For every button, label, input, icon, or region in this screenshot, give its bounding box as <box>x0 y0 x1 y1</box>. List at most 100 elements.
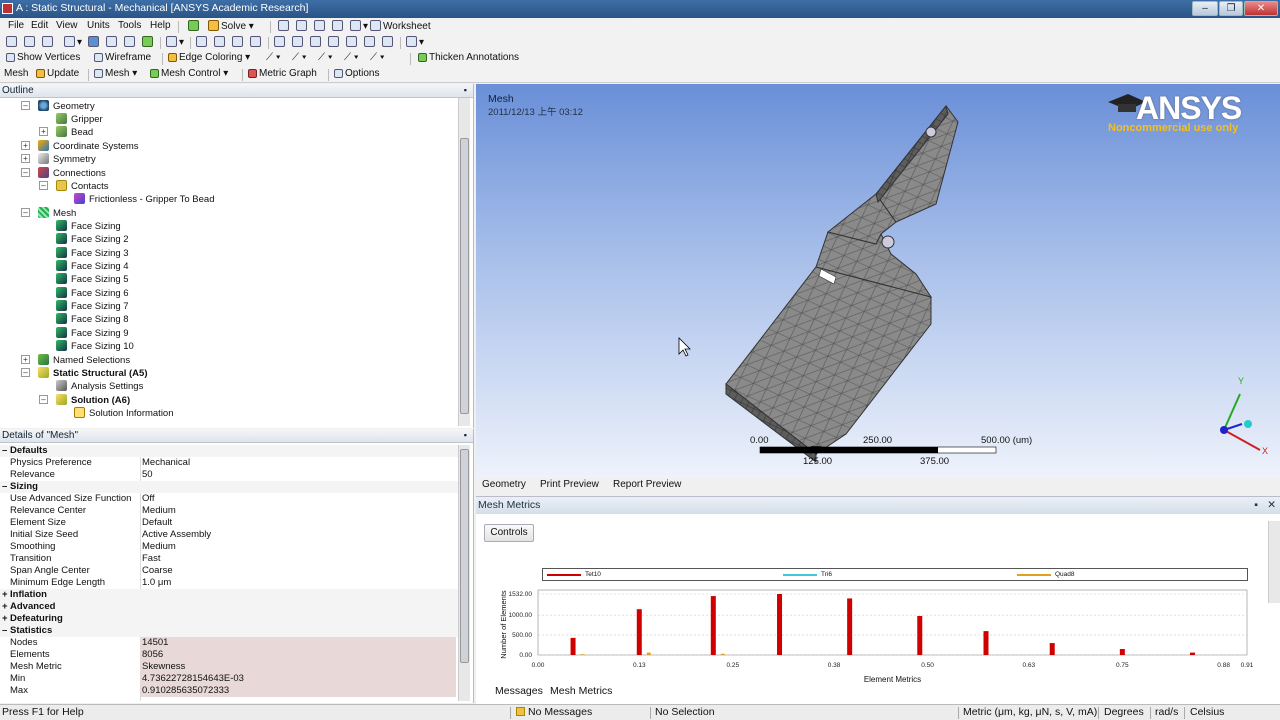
tree-item-solution[interactable]: Solution (A6) <box>56 394 130 407</box>
tree-item-named-selections[interactable]: Named Selections <box>38 354 130 367</box>
tree-item-connections[interactable]: Connections <box>38 167 106 180</box>
tree-item-gripper[interactable]: Gripper <box>56 113 103 126</box>
tree-item-analysis-settings[interactable]: Analysis Settings <box>56 380 143 393</box>
close-button[interactable]: ✕ <box>1244 1 1278 16</box>
details-row[interactable]: Use Advanced Size Function Off <box>0 493 458 505</box>
face-select-button[interactable]: ▾ <box>64 36 82 48</box>
outline-scrollbar[interactable] <box>458 98 470 426</box>
group-toggle[interactable]: – <box>2 625 7 637</box>
new-image-button[interactable] <box>296 20 309 32</box>
tab-geometry[interactable]: Geometry <box>482 479 526 490</box>
tree-item-face-sizing[interactable]: Face Sizing <box>56 220 121 233</box>
details-row[interactable]: Max 0.910285635072333 <box>0 685 458 697</box>
collapse-toggle[interactable]: – <box>21 101 30 110</box>
graphics-viewport[interactable]: Mesh 2011/12/13 上午 03:12 ANSYS Noncommer… <box>476 84 1280 478</box>
collapse-toggle[interactable]: – <box>39 395 48 404</box>
tab-messages[interactable]: Messages <box>495 685 543 697</box>
thicken-annotations-button[interactable]: Thicken Annotations <box>418 52 519 63</box>
mesh-menu-button[interactable]: Mesh ▾ <box>94 68 137 79</box>
image-menu-button[interactable]: ▾ <box>350 20 368 32</box>
details-row[interactable]: Smoothing Medium <box>0 541 458 553</box>
group-toggle[interactable]: – <box>2 445 7 457</box>
details-row[interactable]: Minimum Edge Length 1.0 μm <box>0 577 458 589</box>
edge-display-button-1[interactable]: ⟋ ▾ <box>266 52 281 63</box>
tree-item-solution-information[interactable]: Solution Information <box>74 407 174 420</box>
edge-select-button[interactable] <box>42 36 55 48</box>
wireframe-button[interactable]: Wireframe <box>94 52 151 63</box>
next-view-button[interactable] <box>364 36 377 48</box>
status-messages[interactable]: No Messages <box>516 705 592 720</box>
pin-icon[interactable]: ▪ <box>464 429 467 442</box>
edge-coloring-button[interactable]: Edge Coloring ▾ <box>168 52 250 63</box>
details-row[interactable]: Physics Preference Mechanical <box>0 457 458 469</box>
collapse-toggle[interactable]: – <box>21 208 30 217</box>
details-group-row[interactable]: – Defaults <box>0 445 458 457</box>
tree-item-face-sizing-9[interactable]: Face Sizing 9 <box>56 327 129 340</box>
details-row[interactable]: Min 4.73622728154643E-03 <box>0 673 458 685</box>
show-vertices-button[interactable]: Show Vertices <box>6 52 80 63</box>
zoom-fit-button[interactable] <box>274 36 287 48</box>
group-toggle[interactable]: + <box>2 589 8 601</box>
tree-item-face-sizing-4[interactable]: Face Sizing 4 <box>56 260 129 273</box>
expand-toggle[interactable]: + <box>21 355 30 364</box>
tab-print-preview[interactable]: Print Preview <box>540 479 599 490</box>
tab-report-preview[interactable]: Report Preview <box>613 479 681 490</box>
collapse-toggle[interactable]: – <box>21 368 30 377</box>
details-row[interactable]: Transition Fast <box>0 553 458 565</box>
details-row[interactable]: Span Angle Center Coarse <box>0 565 458 577</box>
tree-item-face-sizing-3[interactable]: Face Sizing 3 <box>56 247 129 260</box>
solve-button[interactable]: Solve ▾ <box>208 20 254 32</box>
tree-item-coordinate-systems[interactable]: Coordinate Systems <box>38 140 139 153</box>
close-icon[interactable]: ✕ <box>1267 497 1276 514</box>
select-filter-button[interactable]: ▾ <box>166 36 184 48</box>
rotate-button[interactable] <box>196 36 209 48</box>
tree-item-bead[interactable]: Bead <box>56 126 93 139</box>
edge-display-button-5[interactable]: ⟋ ▾ <box>370 52 385 63</box>
tree-item-frictionless-contact[interactable]: Frictionless - Gripper To Bead <box>74 193 215 206</box>
details-row[interactable]: Relevance 50 <box>0 469 458 481</box>
box-zoom-button[interactable] <box>250 36 263 48</box>
menu-help[interactable]: Help <box>150 20 171 31</box>
details-scrollbar[interactable] <box>458 445 470 701</box>
zoom-in-button[interactable] <box>310 36 323 48</box>
tree-item-face-sizing-5[interactable]: Face Sizing 5 <box>56 273 129 286</box>
menu-file[interactable]: File <box>8 20 24 31</box>
edge-display-button-4[interactable]: ⟋ ▾ <box>344 52 359 63</box>
zoom-button[interactable] <box>232 36 245 48</box>
edge-display-button-3[interactable]: ⟋ ▾ <box>318 52 333 63</box>
collapse-toggle[interactable]: – <box>39 181 48 190</box>
details-group-row[interactable]: – Statistics <box>0 625 458 637</box>
iso-view-button[interactable] <box>382 36 395 48</box>
tree-item-face-sizing-7[interactable]: Face Sizing 7 <box>56 300 129 313</box>
pan-button[interactable] <box>214 36 227 48</box>
tree-item-geometry[interactable]: Geometry <box>38 100 95 113</box>
details-row[interactable]: Initial Size Seed Active Assembly <box>0 529 458 541</box>
pin-icon[interactable]: ▪ <box>464 84 467 97</box>
tree-item-static-structural[interactable]: Static Structural (A5) <box>38 367 148 380</box>
expand-toggle[interactable]: + <box>21 154 30 163</box>
details-row[interactable]: Elements 8056 <box>0 649 458 661</box>
vertex-select-button[interactable] <box>24 36 37 48</box>
details-row[interactable]: Element Size Default <box>0 517 458 529</box>
details-group-row[interactable]: – Sizing <box>0 481 458 493</box>
scroll-thumb[interactable] <box>460 449 469 663</box>
tree-item-face-sizing-10[interactable]: Face Sizing 10 <box>56 340 134 353</box>
chart-scrollbar[interactable] <box>1268 521 1280 603</box>
magnifier-button[interactable] <box>292 36 305 48</box>
menu-edit[interactable]: Edit <box>31 20 48 31</box>
group-toggle[interactable]: + <box>2 613 8 625</box>
check-button[interactable] <box>188 20 201 32</box>
options-button[interactable]: Options <box>334 68 379 79</box>
details-row[interactable]: Nodes 14501 <box>0 637 458 649</box>
details-group-row[interactable]: + Advanced <box>0 601 458 613</box>
tree-item-contacts[interactable]: Contacts <box>56 180 109 193</box>
details-row[interactable]: Relevance Center Medium <box>0 505 458 517</box>
comment-button[interactable] <box>332 20 345 32</box>
tree-item-mesh[interactable]: Mesh <box>38 207 76 220</box>
tree-item-symmetry[interactable]: Symmetry <box>38 153 96 166</box>
tab-mesh-metrics[interactable]: Mesh Metrics <box>550 685 612 697</box>
tree-item-face-sizing-8[interactable]: Face Sizing 8 <box>56 313 129 326</box>
metric-graph-button[interactable]: Metric Graph <box>248 68 317 79</box>
tree-item-face-sizing-2[interactable]: Face Sizing 2 <box>56 233 129 246</box>
extend-button[interactable] <box>106 36 119 48</box>
